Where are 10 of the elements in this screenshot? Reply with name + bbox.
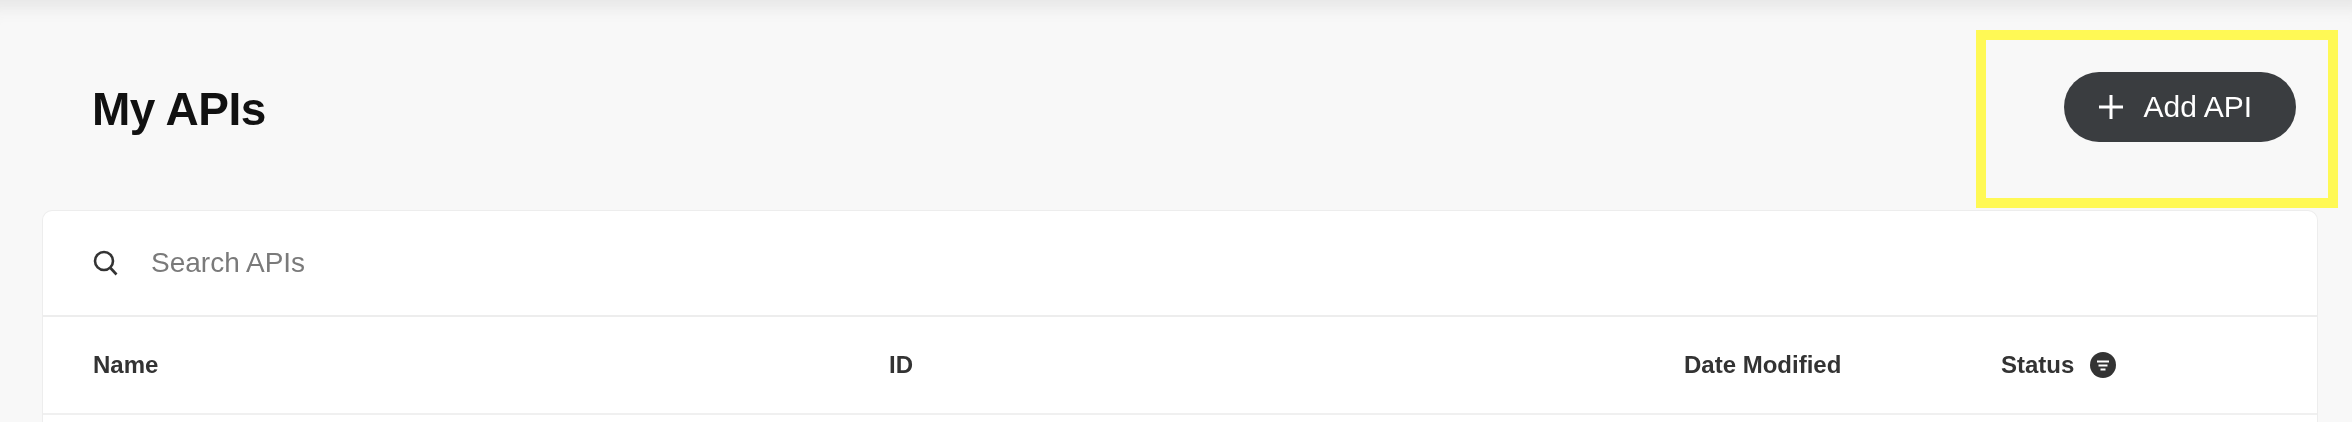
search-icon bbox=[93, 249, 119, 277]
column-header[interactable]: Date Modified bbox=[1684, 351, 1842, 379]
column-header[interactable]: Name bbox=[93, 351, 159, 379]
page-title: My APIs bbox=[92, 82, 266, 136]
filter-icon[interactable] bbox=[2090, 352, 2117, 378]
plus-icon bbox=[2097, 94, 2124, 120]
column-header[interactable]: ID bbox=[889, 351, 913, 379]
search-field[interactable]: Search APIs bbox=[149, 246, 749, 280]
add-api-button[interactable]: Add API bbox=[2063, 72, 2296, 142]
column-header[interactable]: Status bbox=[2001, 351, 2075, 379]
